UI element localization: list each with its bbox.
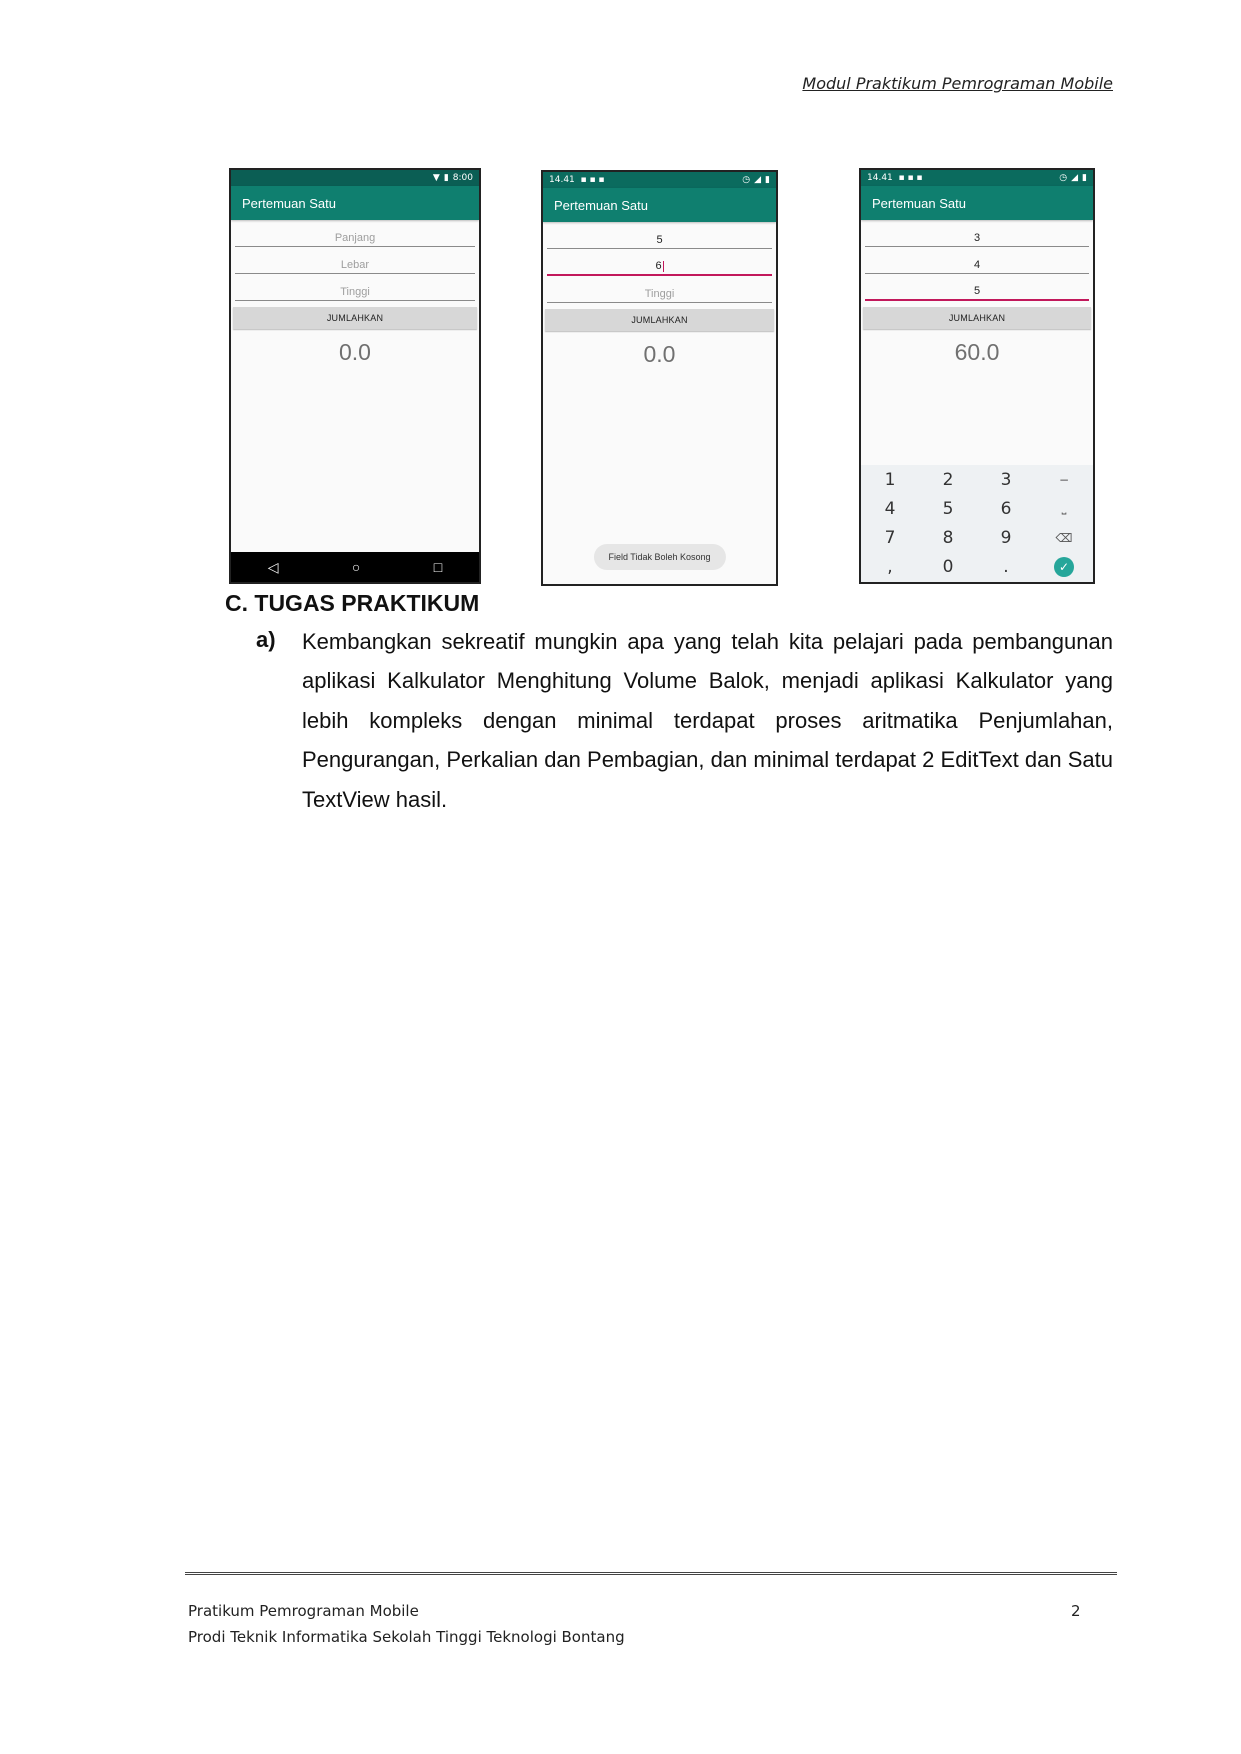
panjang-input[interactable]: Panjang [235, 220, 475, 247]
app-title: Pertemuan Satu [543, 188, 776, 222]
home-icon[interactable]: ○ [352, 559, 360, 575]
alarm-icon: ◷ [1059, 173, 1068, 183]
key-2[interactable]: 2 [919, 465, 977, 494]
backspace-icon[interactable]: ⌫ [1035, 524, 1093, 553]
result-text: 0.0 [339, 339, 371, 365]
signal-icon: ◢ [754, 175, 762, 185]
app-title: Pertemuan Satu [231, 186, 479, 220]
numeric-keypad: 1 2 3 − 4 5 6 ⎵ 7 8 9 ⌫ , 0 . ✓ [861, 465, 1093, 582]
text-cursor [662, 261, 664, 272]
screenshot-calculated-result: 14.41 ▪ ▪ ▪ ◷ ◢ ▮ Pertemuan Satu 3 4 5 J… [859, 168, 1095, 584]
task-item-label: a) [256, 627, 276, 652]
key-9[interactable]: 9 [977, 524, 1035, 553]
jumlahkan-button[interactable]: JUMLAHKAN [545, 309, 774, 331]
key-6[interactable]: 6 [977, 494, 1035, 523]
running-header: Modul Praktikum Pemrograman Mobile [802, 74, 1113, 93]
key-period[interactable]: . [977, 553, 1035, 582]
status-time: 14.41 [867, 173, 893, 183]
section-heading: C. TUGAS PRAKTIKUM [225, 590, 480, 616]
battery-icon: ▮ [765, 175, 770, 185]
status-bar: 14.41 ▪ ▪ ▪ ◷ ◢ ▮ [543, 172, 776, 188]
lebar-input[interactable]: 6 [547, 249, 772, 276]
key-comma[interactable]: , [861, 553, 919, 582]
signal-icon: ◢ [1071, 173, 1079, 183]
footer: Pratikum Pemrograman Mobile Prodi Teknik… [188, 1598, 625, 1650]
panjang-input[interactable]: 5 [547, 222, 772, 249]
key-5[interactable]: 5 [919, 494, 977, 523]
battery-icon: ▮ [443, 173, 449, 183]
notification-icons: ▪ ▪ ▪ [895, 173, 923, 183]
status-time: 8:00 [452, 173, 473, 183]
page-number: 2 [1071, 1602, 1081, 1620]
tinggi-input[interactable]: Tinggi [547, 276, 772, 303]
jumlahkan-button[interactable]: JUMLAHKAN [863, 307, 1091, 329]
lebar-input[interactable]: Lebar [235, 247, 475, 274]
task-item-text: Kembangkan sekreatif mungkin apa yang te… [302, 629, 1113, 812]
space-key-icon[interactable]: ⎵ [1035, 494, 1093, 523]
key-8[interactable]: 8 [919, 524, 977, 553]
battery-icon: ▮ [1082, 173, 1087, 183]
done-key[interactable]: ✓ [1035, 553, 1093, 582]
status-bar: ▼ ▮ 8:00 [231, 170, 479, 186]
jumlahkan-button[interactable]: JUMLAHKAN [233, 307, 477, 329]
recent-apps-icon[interactable]: □ [434, 559, 442, 575]
key-3[interactable]: 3 [977, 465, 1035, 494]
notification-icons: ▪ ▪ ▪ [577, 175, 605, 185]
alarm-icon: ◷ [742, 175, 751, 185]
panjang-input[interactable]: 3 [865, 220, 1089, 247]
footer-divider [185, 1572, 1117, 1575]
screenshot-validation-toast: 14.41 ▪ ▪ ▪ ◷ ◢ ▮ Pertemuan Satu 5 6 Tin… [541, 170, 778, 586]
result-text: 60.0 [954, 339, 1000, 365]
toast-message: Field Tidak Boleh Kosong [593, 544, 726, 570]
lebar-input[interactable]: 4 [865, 247, 1089, 274]
key-7[interactable]: 7 [861, 524, 919, 553]
screenshot-empty-form: ▼ ▮ 8:00 Pertemuan Satu Panjang Lebar Ti… [229, 168, 481, 584]
wifi-icon: ▼ [432, 173, 440, 183]
app-title: Pertemuan Satu [861, 186, 1093, 220]
key-1[interactable]: 1 [861, 465, 919, 494]
checkmark-icon: ✓ [1054, 557, 1074, 578]
status-bar: 14.41 ▪ ▪ ▪ ◷ ◢ ▮ [861, 170, 1093, 186]
lebar-value: 6 [655, 260, 662, 272]
footer-institution: Prodi Teknik Informatika Sekolah Tinggi … [188, 1628, 625, 1646]
status-time: 14.41 [549, 175, 575, 185]
tinggi-input[interactable]: Tinggi [235, 274, 475, 301]
tinggi-input[interactable]: 5 [865, 274, 1089, 301]
navigation-bar: ◁ ○ □ [231, 552, 479, 582]
key-minus[interactable]: − [1035, 465, 1093, 494]
key-0[interactable]: 0 [919, 553, 977, 582]
back-icon[interactable]: ◁ [268, 559, 279, 576]
result-text: 0.0 [643, 341, 676, 367]
footer-course: Pratikum Pemrograman Mobile [188, 1602, 419, 1620]
key-4[interactable]: 4 [861, 494, 919, 523]
